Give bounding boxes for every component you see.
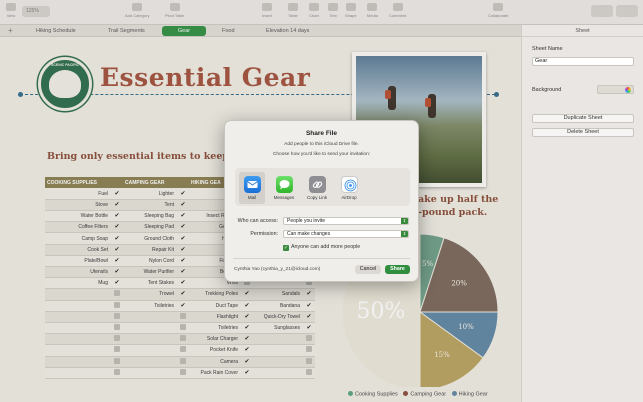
cancel-button[interactable]: Cancel <box>355 265 381 274</box>
share-copy-link-option[interactable]: Copy Link <box>302 172 332 204</box>
share-button[interactable]: Share <box>385 265 410 274</box>
format-sidebar: Sheet Sheet Name Gear Background Duplica… <box>521 25 643 402</box>
access-select[interactable]: People you invite ⇕ <box>283 217 409 225</box>
airdrop-icon <box>340 176 358 193</box>
share-airdrop-option[interactable]: AirDrop <box>336 172 362 204</box>
permission-label: Permission: <box>250 231 278 237</box>
owner-account: Cynthia Yao (cynthia_y_21@icloud.com) <box>234 267 321 272</box>
background-label: Background <box>532 87 562 93</box>
share-mail-option[interactable]: Mail <box>239 172 265 204</box>
sheet-name-label: Sheet Name <box>532 46 563 52</box>
share-messages-option[interactable]: Messages <box>271 172 297 204</box>
color-wheel-icon[interactable] <box>625 87 631 93</box>
access-label: Who can access: <box>237 218 278 224</box>
link-icon <box>308 176 326 193</box>
dialog-description: Add people to this iCloud Drive file. <box>284 142 359 147</box>
share-file-dialog: Share File Add people to this iCloud Dri… <box>224 120 419 282</box>
messages-icon <box>275 176 293 193</box>
chevron-updown-icon: ⇕ <box>401 218 408 224</box>
anyone-can-add-checkbox[interactable]: ✓ Anyone can add more people <box>283 244 360 251</box>
mail-icon <box>243 176 261 193</box>
delete-sheet-button[interactable]: Delete Sheet <box>532 128 634 137</box>
checkmark-icon: ✓ <box>283 245 289 251</box>
dialog-divider <box>233 258 410 259</box>
dialog-instruction: Choose how you'd like to send your invit… <box>272 152 371 157</box>
background-color-well[interactable] <box>597 85 634 94</box>
permission-select[interactable]: Can make changes ⇕ <box>283 230 409 238</box>
sidebar-tab-sheet[interactable]: Sheet <box>522 25 643 37</box>
chevron-updown-icon: ⇕ <box>401 231 408 237</box>
dialog-title: Share File <box>305 130 338 137</box>
duplicate-sheet-button[interactable]: Duplicate Sheet <box>532 114 634 123</box>
share-method-picker: Mail Messages Copy Link AirDrop <box>235 168 410 206</box>
sheet-name-field[interactable]: Gear <box>532 57 634 66</box>
